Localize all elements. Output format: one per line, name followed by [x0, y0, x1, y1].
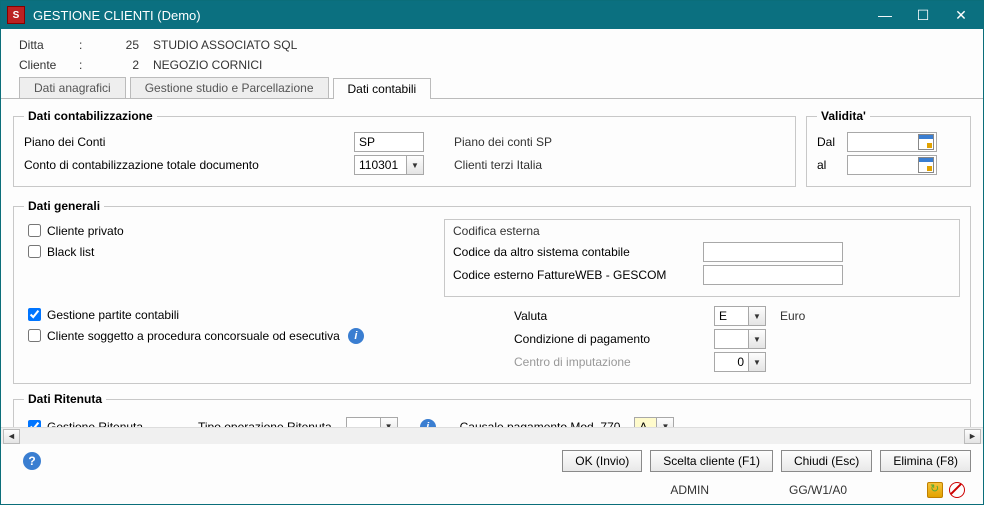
legend-dati-generali: Dati generali [24, 199, 104, 213]
label-codice-fattureweb: Codice esterno FattureWEB - GESCOM [453, 268, 703, 282]
label-valuta: Valuta [514, 309, 714, 323]
group-dati-generali: Dati generali Cliente privato Black list… [13, 199, 971, 384]
status-bar: ADMIN GG/W1/A0 [1, 478, 983, 504]
group-dati-contabilizzazione: Dati contabilizzazione Piano dei Conti P… [13, 109, 796, 187]
content-area: Dati contabilizzazione Piano dei Conti P… [1, 99, 983, 427]
help-icon[interactable]: ? [23, 452, 41, 470]
tab-bar: Dati anagrafici Gestione studio e Parcel… [1, 77, 983, 99]
calendar-icon[interactable] [918, 134, 934, 150]
maximize-button[interactable]: ☐ [913, 7, 933, 24]
window-title: GESTIONE CLIENTI (Demo) [33, 8, 875, 23]
validita-al-input[interactable] [847, 155, 937, 175]
conto-contab-desc: Clienti terzi Italia [454, 158, 542, 172]
input-condizione-pagamento[interactable] [714, 329, 748, 349]
checkbox-gestione-ritenuta[interactable] [28, 420, 41, 427]
label-black-list: Black list [47, 245, 94, 259]
window-controls: — ☐ ✕ [875, 7, 977, 24]
input-causale-770[interactable] [634, 417, 656, 428]
status-code: GG/W1/A0 [789, 483, 847, 497]
cliente-value: NEGOZIO CORNICI [153, 55, 262, 75]
cliente-label: Cliente [19, 55, 79, 75]
desc-valuta: Euro [780, 309, 805, 323]
tab-gestione-studio[interactable]: Gestione studio e Parcellazione [130, 77, 329, 98]
app-window: S GESTIONE CLIENTI (Demo) — ☐ ✕ Ditta : … [0, 0, 984, 505]
calendar-icon[interactable] [918, 157, 934, 173]
titlebar: S GESTIONE CLIENTI (Demo) — ☐ ✕ [1, 1, 983, 29]
tab-dati-contabili[interactable]: Dati contabili [333, 78, 432, 99]
refresh-icon[interactable] [927, 482, 943, 498]
legend-dati-ritenuta: Dati Ritenuta [24, 392, 106, 406]
input-codice-altro-sistema[interactable] [703, 242, 843, 262]
codifica-title: Codifica esterna [453, 224, 951, 238]
ditta-label: Ditta [19, 35, 79, 55]
checkbox-procedura-concorsuale[interactable] [28, 329, 41, 342]
dropdown-causale-770[interactable]: ▼ [656, 417, 674, 428]
input-tipo-operazione[interactable] [346, 417, 380, 428]
info-icon[interactable]: i [348, 328, 364, 344]
label-causale-770: Causale pagamento Mod. 770 [460, 420, 621, 428]
cliente-number: 2 [93, 55, 153, 75]
checkbox-black-list[interactable] [28, 245, 41, 258]
validita-dal-label: Dal [817, 135, 847, 149]
piano-conti-input[interactable] [354, 132, 424, 152]
scelta-cliente-button[interactable]: Scelta cliente (F1) [650, 450, 773, 472]
label-cliente-privato: Cliente privato [47, 224, 124, 238]
info-icon[interactable]: i [420, 419, 436, 428]
status-user: ADMIN [670, 483, 709, 497]
group-codifica-esterna: Codifica esterna Codice da altro sistema… [444, 219, 960, 297]
tab-dati-anagrafici[interactable]: Dati anagrafici [19, 77, 126, 98]
label-gestione-ritenuta: Gestione Ritenuta [47, 420, 143, 428]
ditta-value: STUDIO ASSOCIATO SQL [153, 35, 297, 55]
chiudi-button[interactable]: Chiudi (Esc) [781, 450, 872, 472]
label-condizione-pagamento: Condizione di pagamento [514, 332, 714, 346]
legend-validita: Validita' [817, 109, 870, 123]
piano-conti-label: Piano dei Conti [24, 135, 354, 149]
checkbox-cliente-privato[interactable] [28, 224, 41, 237]
dropdown-condizione-pagamento[interactable]: ▼ [748, 329, 766, 349]
input-codice-fattureweb[interactable] [703, 265, 843, 285]
label-gestione-partite: Gestione partite contabili [47, 308, 179, 322]
footer-buttons: ? OK (Invio) Scelta cliente (F1) Chiudi … [1, 444, 983, 478]
checkbox-gestione-partite[interactable] [28, 308, 41, 321]
validita-dal-input[interactable] [847, 132, 937, 152]
conto-contab-label: Conto di contabilizzazione totale docume… [24, 158, 354, 172]
minimize-button[interactable]: — [875, 7, 895, 24]
scroll-right-arrow[interactable]: ► [964, 429, 981, 444]
horizontal-scrollbar[interactable]: ◄ ► [1, 427, 983, 444]
conto-contab-input[interactable] [354, 155, 406, 175]
ok-button[interactable]: OK (Invio) [562, 450, 642, 472]
piano-conti-desc: Piano dei conti SP [454, 135, 552, 149]
dropdown-centro-imputazione[interactable]: ▼ [748, 352, 766, 372]
input-centro-imputazione[interactable] [714, 352, 748, 372]
validita-al-label: al [817, 158, 847, 172]
app-icon: S [7, 6, 25, 24]
label-procedura-concorsuale: Cliente soggetto a procedura concorsuale… [47, 329, 340, 343]
dropdown-tipo-operazione[interactable]: ▼ [380, 417, 398, 428]
header-info: Ditta : 25 STUDIO ASSOCIATO SQL Cliente … [1, 29, 983, 77]
group-validita: Validita' Dal al [806, 109, 971, 187]
close-button[interactable]: ✕ [951, 7, 971, 24]
legend-dati-contabilizzazione: Dati contabilizzazione [24, 109, 157, 123]
label-tipo-operazione: Tipo operazione Ritenuta [198, 420, 332, 428]
stop-icon[interactable] [949, 482, 965, 498]
scroll-left-arrow[interactable]: ◄ [3, 429, 20, 444]
label-codice-altro-sistema: Codice da altro sistema contabile [453, 245, 703, 259]
status-icons [927, 482, 965, 498]
conto-contab-dropdown[interactable]: ▼ [406, 155, 424, 175]
elimina-button[interactable]: Elimina (F8) [880, 450, 971, 472]
dropdown-valuta[interactable]: ▼ [748, 306, 766, 326]
label-centro-imputazione: Centro di imputazione [514, 355, 714, 369]
group-dati-ritenuta: Dati Ritenuta Gestione Ritenuta Tipo ope… [13, 392, 971, 427]
ditta-number: 25 [93, 35, 153, 55]
input-valuta[interactable] [714, 306, 748, 326]
